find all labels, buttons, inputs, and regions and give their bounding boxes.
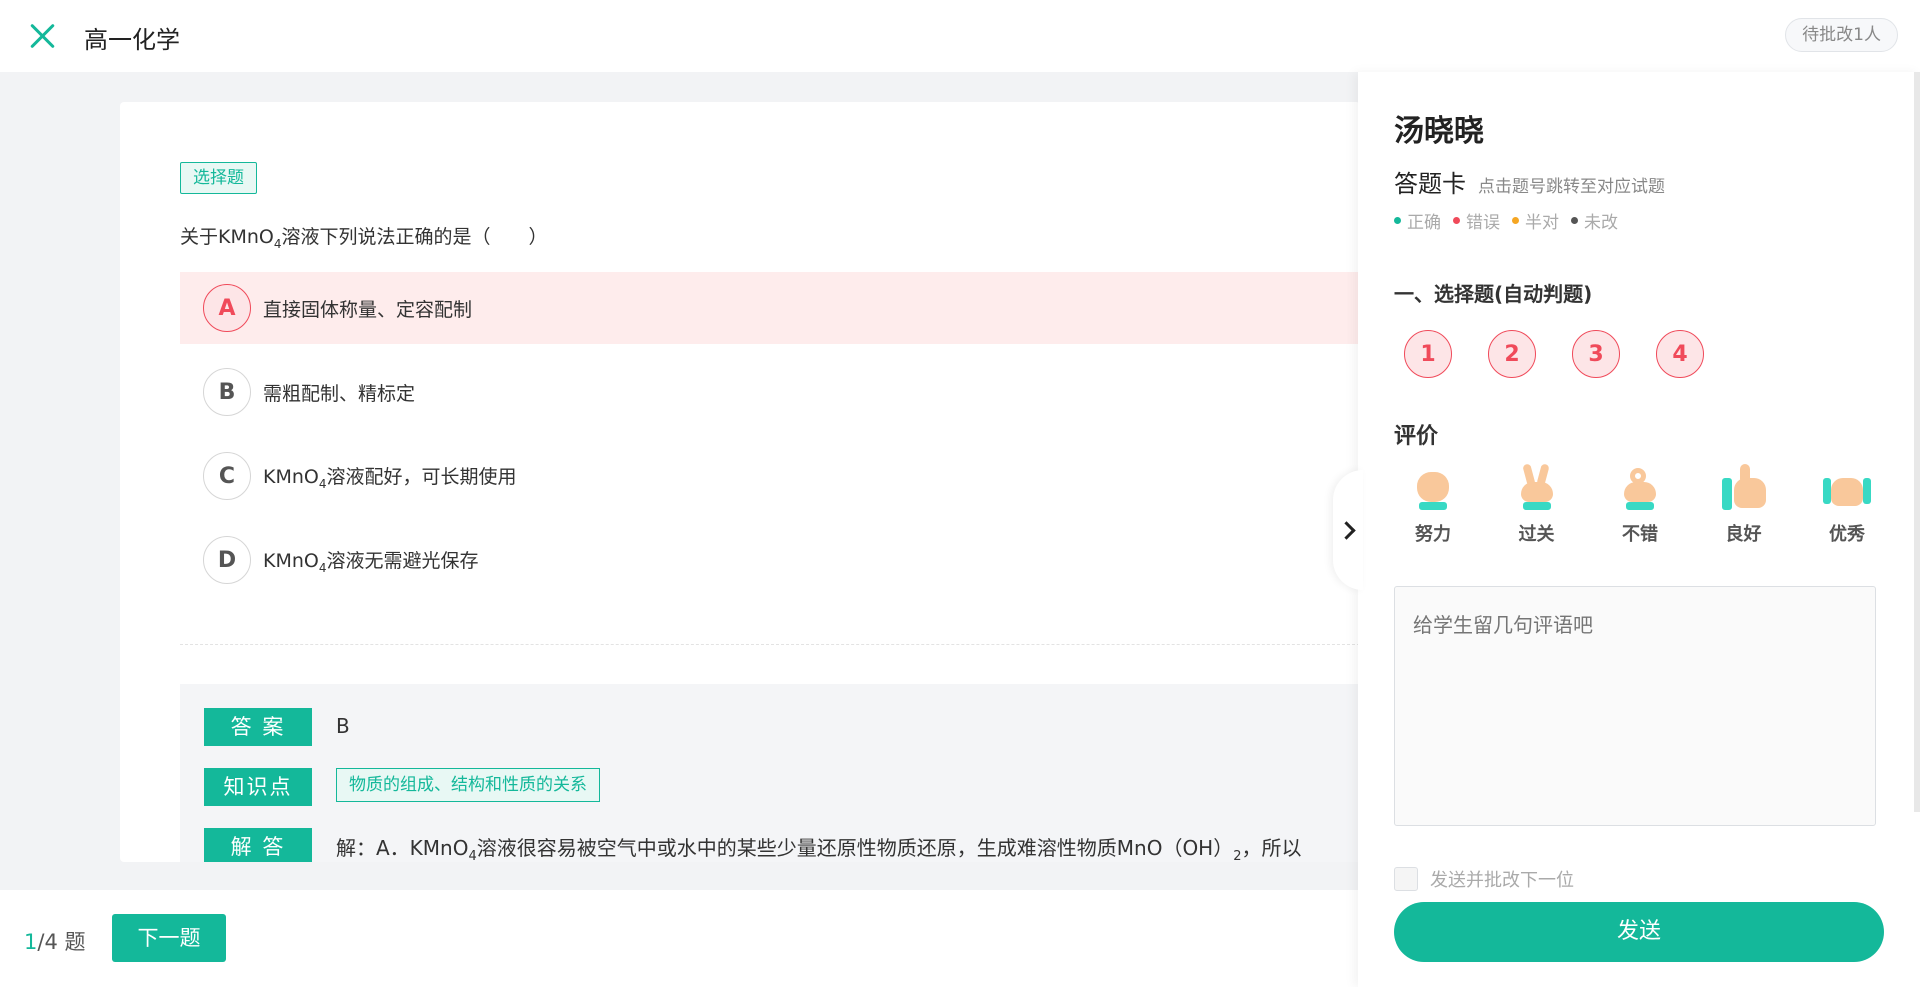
- status-legend: 正确 错误 半对 未改: [1394, 208, 1618, 233]
- scrollbar[interactable]: [1914, 72, 1920, 812]
- question-number-button[interactable]: 3: [1572, 330, 1620, 378]
- question-number-button[interactable]: 1: [1404, 330, 1452, 378]
- solution-label: 解 答: [204, 828, 312, 862]
- legend-ungraded: 未改: [1571, 208, 1618, 233]
- evaluation-title: 评价: [1394, 424, 1439, 449]
- answer-value: B: [336, 714, 350, 738]
- checkbox-label: 发送并批改下一位: [1430, 870, 1574, 891]
- page-indicator: 1/4 题: [24, 930, 86, 954]
- dot-icon: [1571, 217, 1578, 224]
- pending-count-badge[interactable]: 待批改1人: [1785, 18, 1898, 52]
- option-b: B 需粗配制、精标定: [180, 356, 1360, 428]
- panel-toggle-handle[interactable]: [1333, 470, 1363, 590]
- question-number-button[interactable]: 4: [1656, 330, 1704, 378]
- ok-hand-icon: [1614, 464, 1666, 514]
- answer-card-hint: 点击题号跳转至对应试题: [1478, 177, 1665, 197]
- next-question-button[interactable]: 下一题: [112, 914, 226, 962]
- option-text: KMnO4溶液配好，可长期使用: [263, 465, 517, 491]
- rating-effort[interactable]: 努力: [1398, 464, 1468, 546]
- top-header: 高一化学 待批改1人: [0, 0, 1920, 72]
- knowledge-point-tag: 物质的组成、结构和性质的关系: [336, 768, 600, 802]
- chevron-right-icon: [1336, 520, 1356, 540]
- dot-icon: [1512, 217, 1519, 224]
- comment-input[interactable]: [1394, 586, 1876, 826]
- analysis-panel: 答 案 B 知识点 物质的组成、结构和性质的关系 解 答 解：A．KMnO4溶液…: [180, 684, 1360, 862]
- rating-label: 过关: [1518, 524, 1555, 545]
- rating-good[interactable]: 不错: [1605, 464, 1675, 546]
- fist-icon: [1407, 464, 1459, 514]
- send-button[interactable]: 发送: [1394, 902, 1884, 962]
- knowledge-point-label: 知识点: [204, 768, 312, 806]
- victory-hand-icon: [1511, 463, 1563, 514]
- rating-fine[interactable]: 良好: [1709, 464, 1779, 546]
- legend-wrong: 错误: [1453, 208, 1500, 233]
- option-c: C KMnO4溶液配好，可长期使用: [180, 440, 1360, 512]
- option-letter: D: [203, 536, 251, 584]
- close-icon[interactable]: [28, 22, 56, 50]
- question-card: 选择题 关于KMnO4溶液下列说法正确的是（ ） A 直接固体称量、定容配制 B…: [120, 102, 1360, 862]
- option-text: KMnO4溶液无需避光保存: [263, 549, 479, 575]
- rock-hand-icon: [1821, 464, 1873, 514]
- option-letter: B: [203, 368, 251, 416]
- answer-card-title: 答题卡: [1394, 170, 1466, 198]
- rating-label: 优秀: [1829, 524, 1865, 545]
- question-stem: 关于KMnO4溶液下列说法正确的是（ ）: [180, 226, 548, 251]
- dot-icon: [1453, 217, 1460, 224]
- send-and-next-option[interactable]: 发送并批改下一位: [1394, 866, 1574, 892]
- page-title: 高一化学: [84, 26, 180, 54]
- option-d: D KMnO4溶液无需避光保存: [180, 524, 1360, 596]
- question-number-button[interactable]: 2: [1488, 330, 1536, 378]
- legend-half: 半对: [1512, 208, 1559, 233]
- question-number-list: 1 2 3 4: [1404, 330, 1704, 378]
- thumbs-up-icon: [1718, 464, 1770, 514]
- option-text: 需粗配制、精标定: [263, 382, 416, 405]
- option-letter: A: [203, 284, 251, 332]
- question-type-tag: 选择题: [180, 162, 257, 194]
- divider: [180, 644, 1360, 645]
- option-text: 直接固体称量、定容配制: [263, 298, 473, 321]
- section-title: 一、选择题(自动判题): [1394, 282, 1593, 306]
- grading-panel: 汤晓晓 答题卡 点击题号跳转至对应试题 正确 错误 半对 未改 一、选择题(自动…: [1358, 72, 1920, 987]
- rating-options: 努力 过关 不错 良好 优秀: [1398, 463, 1882, 546]
- rating-excellent[interactable]: 优秀: [1812, 464, 1882, 546]
- rating-label: 良好: [1725, 524, 1762, 545]
- answer-label: 答 案: [204, 708, 312, 746]
- rating-pass[interactable]: 过关: [1502, 463, 1572, 546]
- solution-text: 解：A．KMnO4溶液很容易被空气中或水中的某些少量还原性物质还原，生成难溶性物…: [336, 836, 1302, 862]
- rating-label: 努力: [1415, 524, 1451, 545]
- rating-label: 不错: [1622, 524, 1658, 545]
- option-letter: C: [203, 452, 251, 500]
- student-name: 汤晓晓: [1394, 114, 1484, 149]
- send-and-next-checkbox[interactable]: [1394, 867, 1418, 891]
- legend-correct: 正确: [1394, 208, 1441, 233]
- dot-icon: [1394, 217, 1401, 224]
- option-a: A 直接固体称量、定容配制: [180, 272, 1360, 344]
